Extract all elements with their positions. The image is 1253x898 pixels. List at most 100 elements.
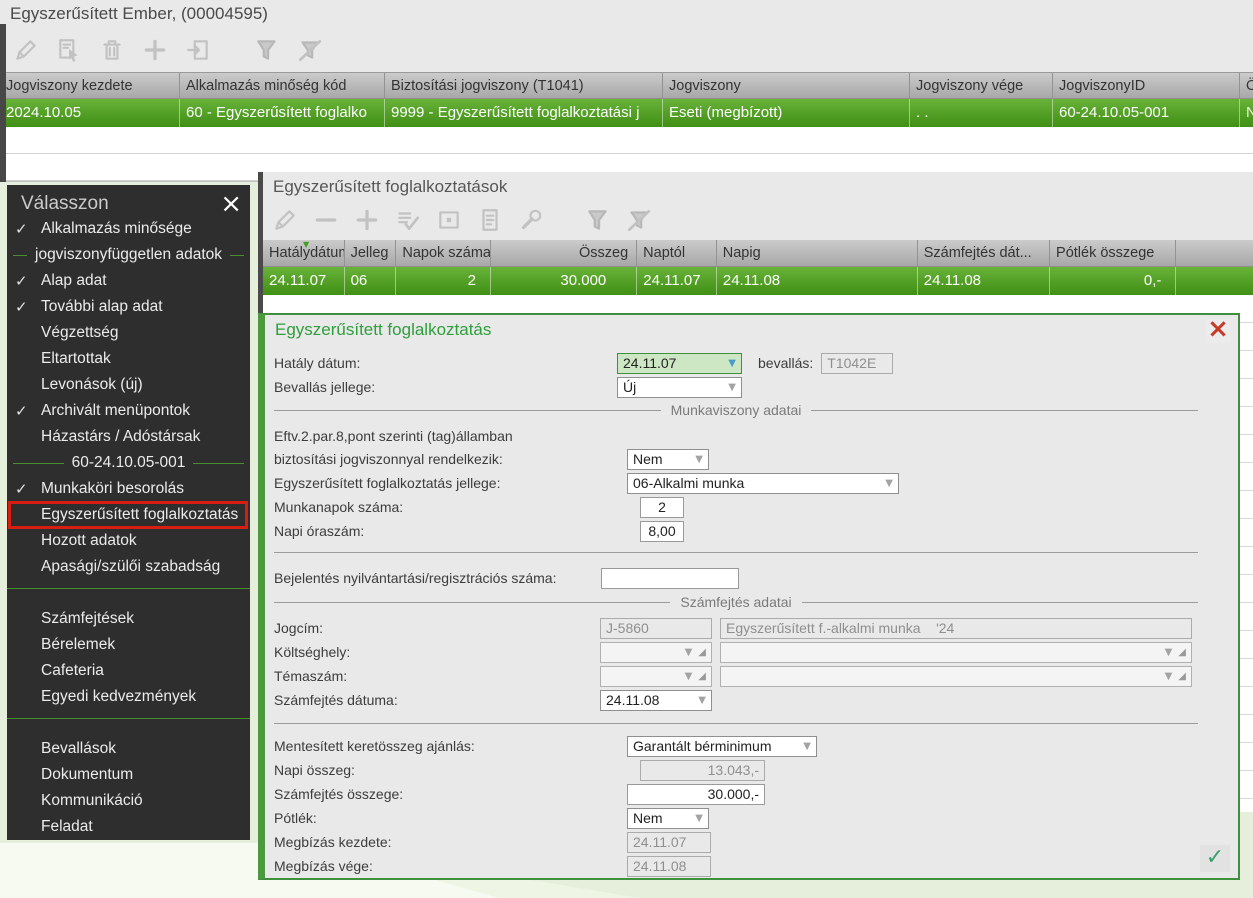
sidebar-item-levonasok[interactable]: Levonások (új) [7, 372, 250, 398]
chevron-down-icon: ▼ [695, 812, 703, 824]
sidebar-item-berelemek[interactable]: Bérelemek [7, 632, 250, 658]
accept-icon[interactable] [394, 206, 422, 234]
column-header[interactable]: Naptól [637, 240, 717, 266]
sidebar-item-apasagi-szuloi-szabadsag[interactable]: Apasági/szülői szabadság [7, 554, 250, 580]
field-label: Napi óraszám: [274, 523, 365, 539]
chevron-down-icon: ▼ [1164, 646, 1173, 658]
filter-icon[interactable] [253, 36, 281, 64]
column-header-sorted[interactable]: Hatálydátum ▼ [263, 240, 345, 266]
field-label: Mentesített keretösszeg ajánlás: [274, 738, 475, 754]
sidebar-item-tovabbi-alap-adat[interactable]: ✓ További alap adat [7, 294, 250, 320]
jogcim-code-field: J-5860 [600, 617, 712, 639]
szamfejtes-osszege-field[interactable]: 30.000,- [627, 783, 765, 805]
lookup-icon: ◢ [698, 646, 706, 658]
field-label: Számfejtés összege: [274, 786, 404, 802]
remove-icon[interactable] [312, 206, 340, 234]
column-header[interactable]: Összeg [491, 240, 638, 266]
top-table-header: Jogviszony kezdete Alkalmazás minőség kó… [0, 72, 1253, 99]
sidebar-title: Válasszon [21, 192, 109, 214]
potlek-dropdown[interactable]: Nem ▼ [627, 807, 709, 829]
temaszam-name-dropdown[interactable]: ▼ ◢ [720, 665, 1192, 687]
column-header[interactable]: Jogviszony [663, 73, 910, 98]
column-header[interactable]: JogviszonyID [1053, 73, 1240, 98]
close-icon[interactable]: × [220, 191, 242, 217]
tools-icon[interactable] [517, 206, 545, 234]
column-header[interactable]: Jelleg [345, 240, 397, 266]
add-icon[interactable] [353, 206, 381, 234]
chevron-down-icon: ▼ [684, 670, 693, 682]
sidebar-item-archivalt-menupontok[interactable]: ✓ Archivált menüpontok [7, 398, 250, 424]
field-label: Megbízás vége: [274, 858, 373, 874]
bejelentes-field[interactable] [601, 567, 739, 589]
lookup-icon: ◢ [698, 670, 706, 682]
clear-filter-icon[interactable] [296, 36, 324, 64]
window-edge [0, 24, 6, 182]
sidebar-item-kommunikacio[interactable]: Kommunikáció [7, 788, 250, 814]
sidebar-item-hozott-adatok[interactable]: Hozott adatok [7, 528, 250, 554]
select-record-icon[interactable] [55, 36, 83, 64]
column-header[interactable]: Jogviszony kezdete [0, 73, 180, 98]
koltseghely-name-dropdown[interactable]: ▼ ◢ [720, 641, 1192, 663]
import-icon[interactable] [184, 36, 212, 64]
sidebar-section-separator: jogviszonyfüggetlen adatok [7, 242, 250, 268]
sidebar-item-cafeteria[interactable]: Cafeteria [7, 658, 250, 684]
check-icon: ✓ [15, 402, 28, 420]
foglalkoztatas-jellege-dropdown[interactable]: 06-Alkalmi munka ▼ [627, 472, 899, 494]
table-row-empty[interactable] [0, 127, 1253, 154]
munkanapok-field[interactable]: 2 [640, 496, 684, 518]
section-separator: Számfejtés adatai [274, 593, 1199, 611]
sidebar-item-bevallasok[interactable]: Bevallások [7, 736, 250, 762]
temaszam-code-dropdown[interactable]: ▼ ◢ [600, 665, 712, 687]
sidebar-item-dokumentum[interactable]: Dokumentum [7, 762, 250, 788]
sidebar-item-alap-adat[interactable]: ✓ Alap adat [7, 268, 250, 294]
sidebar-item-hazastars-adostarsak[interactable]: Házastárs / Adóstársak [7, 424, 250, 450]
sidebar-section-separator: 60-24.10.05-001 [7, 450, 250, 476]
field-label: Eftv.2.par.8,pont szerinti (tag)államban [274, 428, 513, 444]
close-icon[interactable]: × [1206, 316, 1230, 343]
sidebar-item-egyedi-kedvezmenyek[interactable]: Egyedi kedvezmények [7, 684, 250, 710]
column-header[interactable]: Pótlék összege [1050, 240, 1177, 266]
window-icon[interactable] [435, 206, 463, 234]
sidebar-item-munkakori-besorolas[interactable]: ✓ Munkaköri besorolás [7, 476, 250, 502]
chevron-down-icon: ▼ [698, 694, 706, 706]
field-label: Bejelentés nyilvántartási/regisztrációs … [274, 570, 557, 586]
column-header[interactable]: Jogviszony vége [910, 73, 1053, 98]
mentesitett-dropdown[interactable]: Garantált bérminimum ▼ [627, 735, 817, 757]
biztositasi-dropdown[interactable]: Nem ▼ [627, 448, 709, 470]
sidebar-item-feladat[interactable]: Feladat [7, 814, 250, 840]
separator-line [274, 723, 1198, 724]
column-header[interactable]: Számfejtés dát... [918, 240, 1051, 266]
add-icon[interactable] [141, 36, 169, 64]
sidebar-divider [7, 588, 250, 589]
column-header[interactable] [1176, 240, 1253, 266]
hataly-datum-dropdown[interactable]: 24.11.07 ▼ [617, 352, 742, 374]
field-label: Számfejtés dátuma: [274, 692, 398, 708]
sidebar-item-szamfejtesek[interactable]: Számfejtések [7, 606, 250, 632]
column-header[interactable]: Napig [717, 240, 918, 266]
koltseghely-code-dropdown[interactable]: ▼ ◢ [600, 641, 712, 663]
column-header[interactable]: Napok száma [396, 240, 491, 266]
sidebar-item-egyszerusitett-foglalkoztatas-highlighted[interactable]: Egyszerűsített foglalkoztatás [8, 501, 248, 529]
edit-icon[interactable] [12, 36, 40, 64]
bevallas-field: T1042E [821, 352, 894, 374]
check-icon: ✓ [15, 480, 28, 498]
napi-oraszam-field[interactable]: 8,00 [640, 520, 684, 542]
window-title: Egyszerűsített Ember, (00004595) [10, 4, 268, 23]
column-header[interactable]: Alkalmazás minőség kód [180, 73, 385, 98]
sidebar-item-vegzettseg[interactable]: Végzettség [7, 320, 250, 346]
bevallas-jellege-dropdown[interactable]: Új ▼ [617, 376, 742, 398]
column-header[interactable]: Ö [1240, 73, 1253, 98]
sidebar-item-eltartottak[interactable]: Eltartottak [7, 346, 250, 372]
confirm-button[interactable]: ✓ [1200, 845, 1230, 872]
table-row-selected[interactable]: 2024.10.05 60 - Egyszerűsített foglalko … [0, 99, 1253, 127]
table-row-selected[interactable]: 24.11.07 06 2 30.000 24.11.07 24.11.08 2… [263, 267, 1253, 295]
column-header[interactable]: Biztosítási jogviszony (T1041) [385, 73, 663, 98]
clear-filter-icon[interactable] [625, 206, 653, 234]
filter-icon[interactable] [584, 206, 612, 234]
szamfejtes-datuma-dropdown[interactable]: 24.11.08 ▼ [600, 689, 712, 711]
document-icon[interactable] [476, 206, 504, 234]
edit-icon[interactable] [271, 206, 299, 234]
sidebar-item-alkalmazas-minosege[interactable]: ✓ Alkalmazás minősége [7, 216, 250, 242]
delete-icon[interactable] [98, 36, 126, 64]
check-icon: ✓ [15, 220, 28, 238]
